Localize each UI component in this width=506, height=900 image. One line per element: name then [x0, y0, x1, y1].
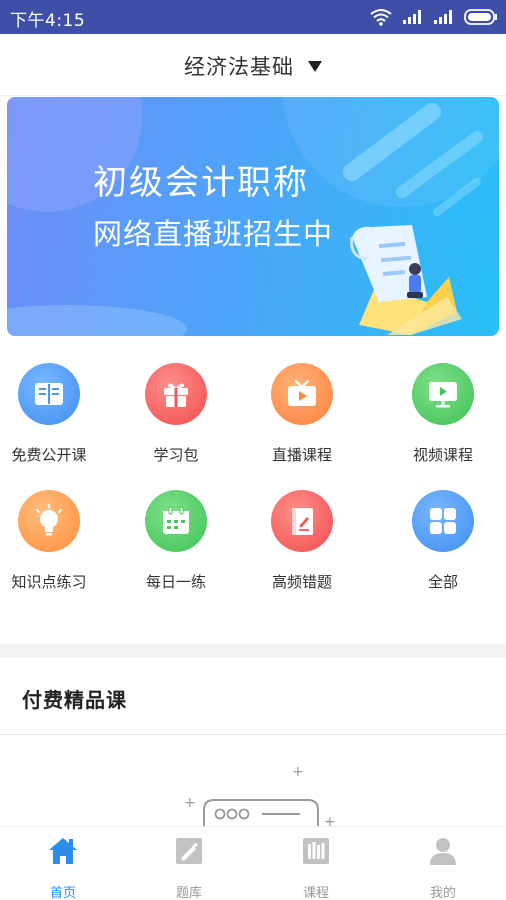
subject-title: 经济法基础 [184, 55, 294, 79]
notebook-icon [271, 490, 333, 552]
nav-label: 我的 [429, 886, 456, 900]
signal-icon [434, 10, 452, 24]
section-title: 付费精品课 [22, 688, 127, 712]
video-icon [412, 363, 474, 425]
grid-item-free-course[interactable]: 免费公开课 [0, 363, 112, 465]
grid-item-label: 直播课程 [271, 446, 332, 464]
grid-item-label: 免费公开课 [11, 446, 87, 464]
home-icon [49, 838, 77, 864]
section-divider [0, 644, 506, 658]
user-icon [430, 838, 456, 865]
grid-item-label: 高频错题 [271, 573, 332, 591]
banner-headline: 初级会计职称 [93, 163, 309, 203]
wifi-icon [370, 9, 392, 26]
nav-courses[interactable]: 课程 [253, 835, 379, 900]
grid-item-study-pack[interactable]: 学习包 [113, 363, 239, 465]
grid-item-video-course[interactable]: 视频课程 [380, 363, 506, 465]
signal-icon [403, 10, 421, 24]
grid-item-label: 每日一练 [145, 573, 206, 591]
section-divider-line [0, 734, 506, 735]
nav-label: 题库 [175, 886, 202, 900]
nav-label: 首页 [49, 886, 76, 900]
svg-text:+: + [184, 795, 196, 811]
grid-item-live-course[interactable]: 直播课程 [239, 363, 365, 465]
gift-icon [145, 363, 207, 425]
lightbulb-icon [18, 490, 80, 552]
grid-item-frequent-mistakes[interactable]: 高频错题 [239, 490, 365, 592]
status-time: 下午4:15 [10, 11, 86, 31]
nav-profile[interactable]: 我的 [380, 835, 506, 900]
grid-item-label: 视频课程 [412, 446, 473, 464]
edit-icon [176, 838, 202, 864]
status-bar: 下午4:15 [0, 0, 506, 34]
nav-home[interactable]: 首页 [0, 835, 126, 900]
grid-item-label: 学习包 [153, 446, 199, 464]
grid-icon [412, 490, 474, 552]
promo-banner[interactable]: 初级会计职称 网络直播班招生中 [7, 97, 499, 336]
svg-text:+: + [292, 764, 304, 780]
grid-item-knowledge-practice[interactable]: 知识点练习 [0, 490, 112, 592]
bottom-nav: 首页 题库 课程 我的 [0, 826, 506, 900]
nav-question-bank[interactable]: 题库 [126, 835, 252, 900]
tv-icon [271, 363, 333, 425]
status-icons [369, 7, 498, 27]
books-icon [303, 838, 329, 864]
caret-down-icon [308, 60, 322, 72]
nav-label: 课程 [302, 886, 329, 900]
battery-icon [464, 9, 497, 25]
banner-subheadline: 网络直播班招生中 [93, 217, 334, 251]
grid-item-label: 全部 [427, 573, 458, 591]
grid-item-daily-practice[interactable]: 每日一练 [113, 490, 239, 592]
book-icon [18, 363, 80, 425]
grid-item-all[interactable]: 全部 [380, 490, 506, 592]
grid-item-label: 知识点练习 [11, 573, 87, 591]
calendar-icon [145, 490, 207, 552]
subject-selector[interactable]: 经济法基础 [0, 34, 506, 96]
